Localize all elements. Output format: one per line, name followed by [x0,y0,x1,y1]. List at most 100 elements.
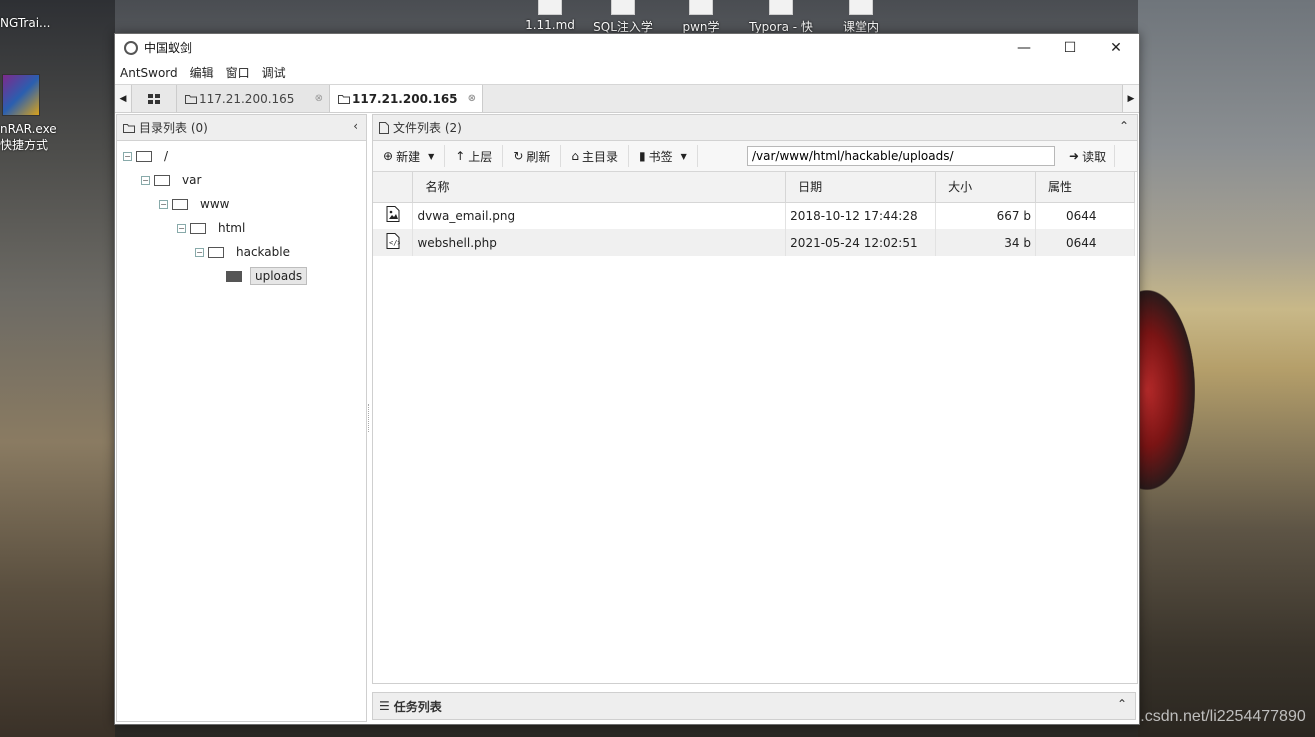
folder-icon [123,123,135,133]
tab-shell-2[interactable]: 117.21.200.165 ⊗ [330,85,483,112]
file-date: 2018-10-12 17:44:28 [785,202,937,229]
folder-icon [172,198,188,210]
directory-panel-title: 目录列表 (0) [139,121,208,135]
tree-toggle-icon[interactable]: − [141,175,150,185]
tree-toggle-icon[interactable]: − [123,151,132,161]
column-header-name[interactable]: 名称 [412,172,787,203]
file-panel-title: 文件列表 (2) [393,121,462,135]
read-button-label: 读取 [1082,149,1107,164]
read-button[interactable]: ➜ 读取 [1061,145,1116,167]
column-header-date[interactable]: 日期 [785,172,937,203]
tab-home[interactable] [132,85,177,112]
file-size: 667 b [935,202,1036,229]
tree-node-hackable[interactable]: − hackable [117,240,366,264]
desktop-shortcut-ngtrai[interactable]: NGTrai... [0,0,52,30]
folder-icon [208,246,224,258]
table-header-row: 名称 日期 大小 属性 [373,172,1135,203]
desktop-shortcut-sublabel: 快捷方式 [0,138,49,152]
svg-text:</>: </> [389,239,400,247]
desktop-file-label: 1.11.md [525,18,575,32]
collapse-up-icon[interactable]: ⌃ [1117,697,1127,711]
file-icon-cell [373,202,414,229]
folder-icon [185,94,197,104]
grid-icon [148,93,160,104]
file-panel: 文件列表 (2) ⌃ ⊕ 新建 ▼ ↑ 上层 ↻ 刷新 ⌂ 主目录 ▮ 书签 ▼… [372,114,1138,684]
tree-node-root[interactable]: − / [117,144,366,168]
path-input[interactable] [747,146,1055,166]
close-button[interactable]: ✕ [1093,34,1139,61]
tree-toggle-icon[interactable]: − [177,223,186,233]
minimize-button[interactable]: — [1001,34,1047,61]
tab-label: 117.21.200.165 [199,91,295,106]
file-panel-header: 文件列表 (2) ⌃ [373,115,1137,141]
home-button[interactable]: ⌂ 主目录 [561,145,630,167]
file-date: 2021-05-24 12:02:51 [785,229,937,256]
tree-toggle-icon[interactable]: − [195,247,204,257]
collapse-up-icon[interactable]: ⌃ [1119,119,1129,133]
panel-splitter[interactable] [368,404,371,432]
menu-antsword[interactable]: AntSword [120,66,178,80]
markdown-file-icon [538,0,562,15]
tab-scroll-left-icon[interactable]: ◀ [115,85,132,112]
folder-open-icon [226,270,242,282]
markdown-file-icon [689,0,713,15]
desktop-shortcut-label: NGTrai... [0,16,51,30]
tree-node-label: html [218,221,246,235]
folder-icon [190,222,206,234]
task-panel[interactable]: ☰ 任务列表 ⌃ [372,692,1136,720]
tree-toggle-icon[interactable]: − [159,199,168,209]
table-row[interactable]: dvwa_email.png 2018-10-12 17:44:28 667 b… [373,202,1135,229]
code-file-icon: </> [386,233,401,249]
tree-node-label: www [200,197,230,211]
file-icon [379,121,389,134]
window-title: 中国蚁剑 [144,41,193,55]
new-button[interactable]: ⊕ 新建 ▼ [373,145,446,167]
up-button-label: 上层 [468,149,493,164]
menu-window[interactable]: 窗口 [226,64,250,81]
file-attr: 0644 [1035,202,1135,229]
tree-node-label: var [182,173,202,187]
desktop-shortcut-winrar[interactable]: nRAR.exe 快捷方式 [0,72,57,153]
home-button-label: 主目录 [582,149,619,164]
tab-close-icon[interactable]: ⊗ [315,93,323,104]
column-header-icon [373,172,414,203]
menu-bar: AntSword 编辑 窗口 调试 [115,61,1139,84]
menu-debug[interactable]: 调试 [262,64,286,81]
tab-close-icon[interactable]: ⊗ [468,93,476,104]
arrow-up-icon: ↑ [455,149,466,163]
directory-panel: 目录列表 (0) ‹ − / − var − www − html − hack… [116,114,367,722]
tree-node-var[interactable]: − var [117,168,366,192]
file-size: 34 b [935,229,1036,256]
up-button[interactable]: ↑ 上层 [445,145,504,167]
bookmark-icon: ▮ [639,149,646,163]
caret-down-icon: ▼ [428,151,435,161]
table-row[interactable]: </> webshell.php 2021-05-24 12:02:51 34 … [373,229,1135,256]
menu-edit[interactable]: 编辑 [190,64,214,81]
column-header-size[interactable]: 大小 [935,172,1036,203]
antsword-logo-icon [124,40,138,55]
markdown-file-icon [611,0,635,15]
tree-node-uploads[interactable]: uploads [117,264,366,288]
tree-node-label: uploads [250,267,308,285]
refresh-button-label: 刷新 [526,149,551,164]
desktop-shortcut-label: nRAR.exe [0,122,57,136]
file-name: dvwa_email.png [412,202,787,229]
title-bar[interactable]: 中国蚁剑 — ☐ ✕ [115,34,1139,61]
folder-icon [136,150,152,162]
directory-panel-header: 目录列表 (0) ‹ [117,115,366,141]
tab-scroll-right-icon[interactable]: ▶ [1122,85,1139,112]
tree-node-label: hackable [236,245,290,259]
file-toolbar: ⊕ 新建 ▼ ↑ 上层 ↻ 刷新 ⌂ 主目录 ▮ 书签 ▼ /var/www/h… [373,141,1137,172]
folder-icon [338,94,350,104]
bookmark-button[interactable]: ▮ 书签 ▼ [629,145,698,167]
caret-down-icon: ▼ [680,151,687,161]
tree-node-www[interactable]: − www [117,192,366,216]
collapse-left-icon[interactable]: ‹ [353,119,358,133]
tree-node-html[interactable]: − html [117,216,366,240]
wallpaper-car [1135,290,1195,490]
refresh-icon: ↻ [513,149,524,163]
maximize-button[interactable]: ☐ [1047,34,1093,61]
column-header-attr[interactable]: 属性 [1035,172,1135,203]
refresh-button[interactable]: ↻ 刷新 [503,145,562,167]
tab-shell-1[interactable]: 117.21.200.165 ⊗ [177,85,330,112]
